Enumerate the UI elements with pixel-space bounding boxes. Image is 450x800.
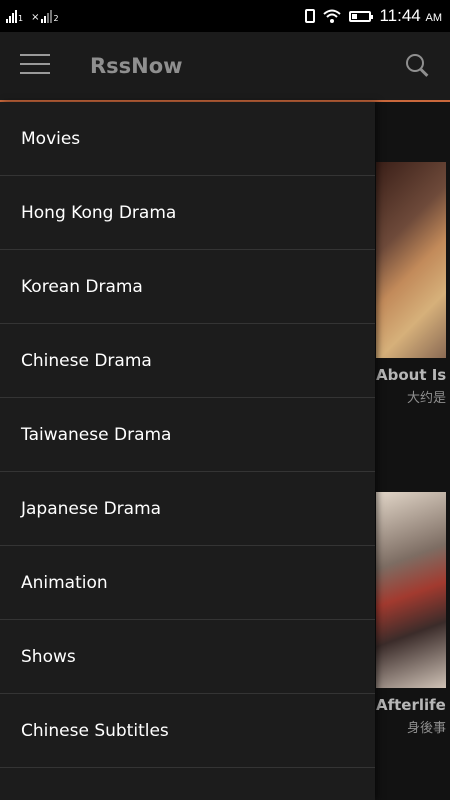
sim1-label: 1 bbox=[18, 14, 24, 23]
drawer-item-label: Taiwanese Drama bbox=[21, 424, 172, 445]
poster-image bbox=[376, 492, 446, 688]
drawer-item-chinese-drama[interactable]: Chinese Drama bbox=[0, 324, 375, 398]
navigation-drawer: Movies Hong Kong Drama Korean Drama Chin… bbox=[0, 102, 375, 800]
status-bar: 1 × 2 11:44 AM bbox=[0, 0, 450, 32]
app-bar: RssNow bbox=[0, 32, 450, 102]
card-subtitle: 大约是 bbox=[406, 391, 446, 406]
show-card[interactable]: Afterlife 身後事 bbox=[376, 492, 446, 736]
sim2-signal: × 2 bbox=[31, 9, 59, 23]
sim1-signal: 1 bbox=[6, 9, 23, 23]
drawer-item-animation[interactable]: Animation bbox=[0, 546, 375, 620]
status-right: 11:44 AM bbox=[305, 6, 442, 26]
wifi-icon bbox=[323, 9, 342, 23]
sim2-label: 2 bbox=[53, 14, 59, 23]
no-signal-icon: × bbox=[31, 12, 40, 23]
drawer-item-label: Korean Drama bbox=[21, 276, 143, 297]
show-card[interactable]: About Is 大约是 bbox=[376, 162, 446, 406]
drawer-item-label: Shows bbox=[21, 646, 76, 667]
signal-icon bbox=[41, 9, 53, 23]
app-title: RssNow bbox=[90, 54, 183, 78]
drawer-item-label: Chinese Drama bbox=[21, 350, 152, 371]
poster-image bbox=[376, 162, 446, 358]
hamburger-menu-icon[interactable] bbox=[20, 54, 50, 76]
vibrate-icon bbox=[305, 9, 316, 23]
drawer-item-label: Hong Kong Drama bbox=[21, 202, 177, 223]
search-icon[interactable] bbox=[406, 54, 432, 80]
drawer-item-label: Animation bbox=[21, 572, 108, 593]
battery-icon bbox=[349, 10, 374, 22]
drawer-item-hong-kong-drama[interactable]: Hong Kong Drama bbox=[0, 176, 375, 250]
drawer-item-shows[interactable]: Shows bbox=[0, 620, 375, 694]
status-left: 1 × 2 bbox=[6, 9, 59, 23]
card-subtitle: 身後事 bbox=[406, 721, 446, 736]
drawer-item-movies[interactable]: Movies bbox=[0, 102, 375, 176]
drawer-item-korean-drama[interactable]: Korean Drama bbox=[0, 250, 375, 324]
signal-icon bbox=[6, 9, 17, 23]
card-title: Afterlife bbox=[376, 696, 446, 714]
drawer-item-label: Movies bbox=[21, 128, 81, 149]
drawer-item-label: Chinese Subtitles bbox=[21, 720, 169, 741]
drawer-item-taiwanese-drama[interactable]: Taiwanese Drama bbox=[0, 398, 375, 472]
drawer-item-chinese-subtitles[interactable]: Chinese Subtitles bbox=[0, 694, 375, 768]
drawer-item-japanese-drama[interactable]: Japanese Drama bbox=[0, 472, 375, 546]
card-title: About Is bbox=[376, 366, 446, 384]
drawer-item-label: Japanese Drama bbox=[21, 498, 162, 519]
clock: 11:44 AM bbox=[379, 6, 442, 25]
